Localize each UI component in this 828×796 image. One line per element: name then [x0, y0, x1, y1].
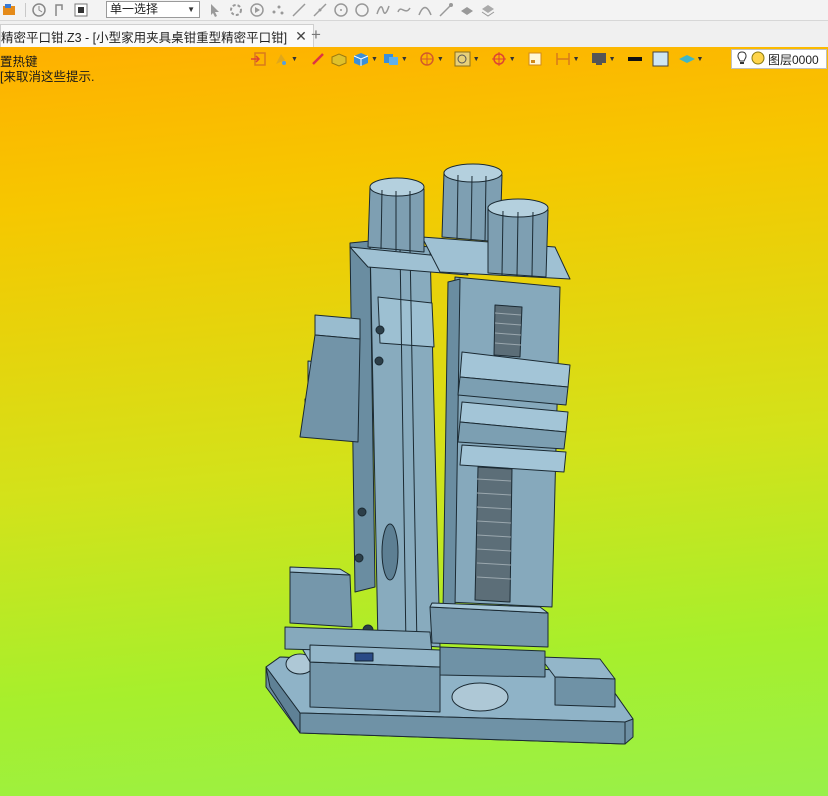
tab-document[interactable]: 精密平口钳.Z3 - [小型家用夹具桌钳重型精密平口钳] ✕	[0, 24, 314, 47]
play-icon[interactable]	[248, 1, 266, 19]
line-icon[interactable]	[290, 1, 308, 19]
selection-mode-select[interactable]: 单一选择 ▼	[106, 1, 200, 18]
history-icon[interactable]	[30, 1, 48, 19]
app-logo-icon[interactable]	[0, 1, 18, 19]
stop-icon[interactable]	[72, 1, 90, 19]
curve-icon[interactable]	[374, 1, 392, 19]
circle-icon[interactable]	[332, 1, 350, 19]
close-icon[interactable]: ✕	[295, 28, 307, 45]
selection-mode-value: 单一选择	[110, 2, 159, 16]
circle2-icon[interactable]	[353, 1, 371, 19]
arc-icon[interactable]	[416, 1, 434, 19]
line2-icon[interactable]	[311, 1, 329, 19]
graphics-viewport[interactable]: 置热键 [来取消这些提示. ▼ ▼ ▼ ▼ ▼ ▼ ▼ ▼ ▼ 图层0000	[0, 47, 828, 796]
main-toolbar: 单一选择 ▼	[0, 0, 828, 21]
stack-icon[interactable]	[479, 1, 497, 19]
sketch-icon[interactable]	[437, 1, 455, 19]
spline-icon[interactable]	[395, 1, 413, 19]
filter-icon[interactable]	[227, 1, 245, 19]
cursor-icon[interactable]	[206, 1, 224, 19]
chevron-down-icon: ▼	[187, 5, 195, 14]
document-tab-bar: 精密平口钳.Z3 - [小型家用夹具桌钳重型精密平口钳] ✕ +	[0, 21, 828, 48]
pick-icon[interactable]	[51, 1, 69, 19]
add-tab-button[interactable]: +	[311, 25, 321, 45]
layer-icon[interactable]	[458, 1, 476, 19]
separator	[25, 3, 26, 17]
vise-3d-model[interactable]	[0, 47, 828, 796]
tab-title: 精密平口钳.Z3 - [小型家用夹具桌钳重型精密平口钳]	[1, 30, 288, 45]
point-icon[interactable]	[269, 1, 287, 19]
